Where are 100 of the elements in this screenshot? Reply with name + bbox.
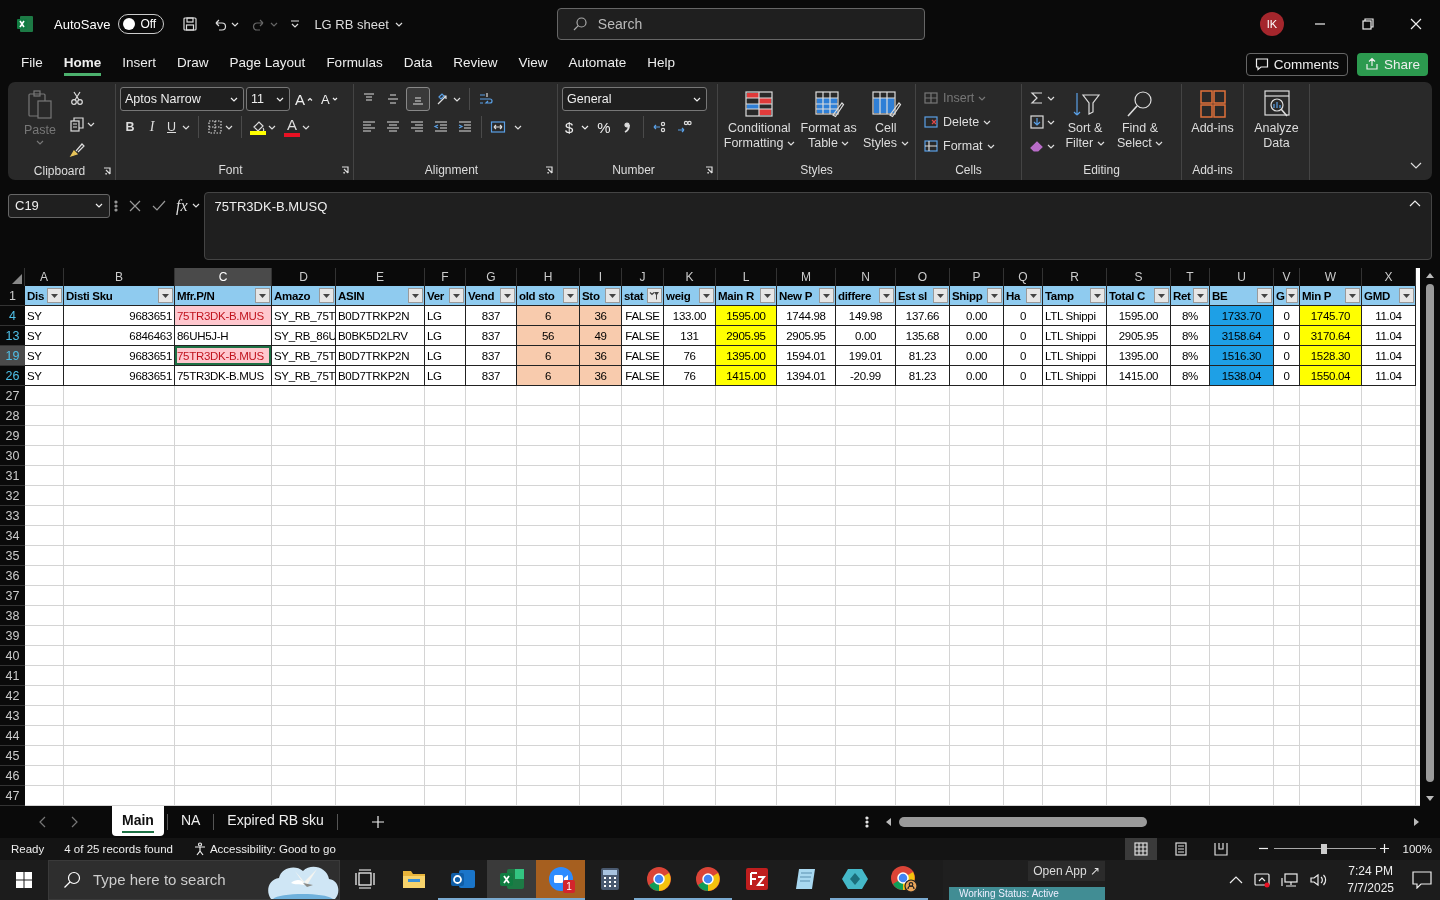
normal-view-button[interactable] — [1124, 838, 1157, 860]
taskbar-search-field[interactable]: Type here to search — [48, 860, 340, 900]
dialog-launcher-icon[interactable] — [341, 166, 349, 174]
zoom-in-button[interactable] — [1379, 844, 1389, 854]
sheet-tab[interactable]: Main — [112, 806, 164, 836]
column-header[interactable]: I — [580, 268, 622, 287]
column-header[interactable]: B — [64, 268, 175, 287]
column-header[interactable]: E — [336, 268, 425, 287]
sheet-tab[interactable]: Expired RB sku — [217, 806, 334, 836]
dialog-launcher-icon[interactable] — [103, 167, 111, 175]
filter-button[interactable] — [449, 288, 464, 304]
more-options-icon[interactable] — [865, 815, 869, 829]
find-select-button[interactable]: Find & Select — [1112, 86, 1168, 154]
bottom-align-button[interactable] — [406, 87, 430, 111]
column-header[interactable]: R — [1043, 268, 1107, 287]
cell-styles-button[interactable]: Cell Styles — [860, 86, 911, 154]
column-header[interactable]: W — [1300, 268, 1362, 287]
font-color-button[interactable]: A — [281, 115, 314, 139]
chevron-up-icon[interactable] — [1409, 198, 1421, 207]
chevron-up-icon[interactable] — [1229, 876, 1244, 884]
row-header[interactable]: 39 — [0, 626, 25, 647]
menu-tab[interactable]: Automate — [559, 49, 636, 79]
filter-button[interactable] — [1345, 288, 1360, 304]
underline-button[interactable]: U — [164, 115, 194, 139]
menu-tab[interactable]: Home — [54, 49, 111, 79]
filter-button[interactable] — [563, 288, 578, 304]
name-box[interactable]: C19 — [8, 193, 110, 218]
add-ins-button[interactable]: Add-ins — [1186, 86, 1239, 139]
menu-tab[interactable]: Formulas — [317, 49, 392, 79]
filter-button[interactable] — [1257, 288, 1272, 304]
row-header[interactable]: 1 — [0, 286, 25, 307]
dialog-launcher-icon[interactable] — [545, 166, 553, 174]
filter-button[interactable] — [933, 288, 948, 304]
row-header[interactable]: 19 — [0, 346, 25, 367]
column-header[interactable]: V — [1274, 268, 1300, 287]
filter-button[interactable] — [819, 288, 834, 304]
zoom-level[interactable]: 100% — [1402, 843, 1432, 855]
filter-button[interactable] — [500, 288, 515, 304]
row-header[interactable]: 36 — [0, 566, 25, 587]
percent-button[interactable]: % — [594, 115, 614, 139]
cancel-button[interactable] — [128, 198, 142, 213]
column-header[interactable]: H — [517, 268, 580, 287]
menu-tab[interactable]: Page Layout — [220, 49, 315, 79]
currency-button[interactable]: $ — [562, 115, 593, 139]
cells-delete-button[interactable]: Delete — [920, 110, 995, 134]
filter-button[interactable] — [987, 288, 1002, 304]
filter-button[interactable] — [255, 288, 270, 304]
row-header[interactable]: 43 — [0, 706, 25, 727]
filter-button[interactable] — [1090, 288, 1105, 304]
filter-button[interactable] — [1026, 288, 1041, 304]
dialog-launcher-icon[interactable] — [705, 166, 713, 174]
row-header[interactable]: 38 — [0, 606, 25, 627]
menu-tab[interactable]: View — [509, 49, 557, 79]
user-avatar[interactable]: IK — [1260, 12, 1284, 36]
row-header[interactable]: 4 — [0, 306, 25, 327]
taskbar-button[interactable]: 1 — [536, 860, 585, 900]
number-format-field[interactable]: General — [562, 87, 707, 111]
row-header[interactable]: 33 — [0, 506, 25, 527]
horizontal-scrollbar[interactable] — [885, 814, 1420, 830]
row-header[interactable]: 34 — [0, 526, 25, 547]
column-header[interactable]: G — [466, 268, 517, 287]
filter-button[interactable] — [879, 288, 894, 304]
more-options-icon[interactable] — [114, 198, 118, 213]
filter-button[interactable] — [605, 288, 620, 304]
row-header[interactable]: 28 — [0, 406, 25, 427]
filter-button[interactable] — [319, 288, 334, 304]
column-header[interactable]: J — [622, 268, 664, 287]
column-header[interactable]: P — [950, 268, 1004, 287]
row-header[interactable]: 41 — [0, 666, 25, 687]
collapse-ribbon-button[interactable] — [1410, 162, 1422, 170]
network-icon[interactable] — [1281, 872, 1300, 888]
column-header[interactable]: U — [1210, 268, 1274, 287]
clock[interactable]: 7:24 PM 7/7/2025 — [1339, 863, 1402, 897]
row-header[interactable]: 47 — [0, 786, 25, 806]
bold-button[interactable]: B — [120, 115, 140, 139]
row-header[interactable]: 42 — [0, 686, 25, 707]
filter-button[interactable] — [1285, 288, 1298, 304]
column-header[interactable]: A — [25, 268, 64, 287]
filter-button[interactable] — [699, 288, 714, 304]
sort-filter-button[interactable]: Sort & Filter — [1060, 86, 1110, 154]
filter-button[interactable] — [408, 288, 423, 304]
column-header[interactable]: T — [1171, 268, 1210, 287]
column-header[interactable]: N — [836, 268, 896, 287]
zoom-slider-thumb[interactable] — [1320, 844, 1327, 854]
add-sheet-button[interactable] — [370, 815, 385, 829]
filter-button[interactable] — [47, 288, 62, 304]
filter-button[interactable] — [1154, 288, 1169, 304]
increase-font-button[interactable]: A — [292, 87, 316, 111]
italic-button[interactable]: I — [142, 115, 162, 139]
filter-button[interactable] — [760, 288, 775, 304]
filter-button[interactable] — [1193, 288, 1208, 304]
menu-tab[interactable]: File — [12, 49, 52, 79]
document-title[interactable]: LG RB sheet — [310, 10, 407, 38]
row-header[interactable]: 27 — [0, 386, 25, 407]
font-size-field[interactable]: 11 — [246, 87, 290, 111]
row-header[interactable]: 13 — [0, 326, 25, 347]
remote-icon[interactable] — [1253, 872, 1272, 888]
menu-tab[interactable]: Review — [444, 49, 507, 79]
filter-button[interactable] — [158, 288, 173, 304]
column-header[interactable]: S — [1107, 268, 1171, 287]
